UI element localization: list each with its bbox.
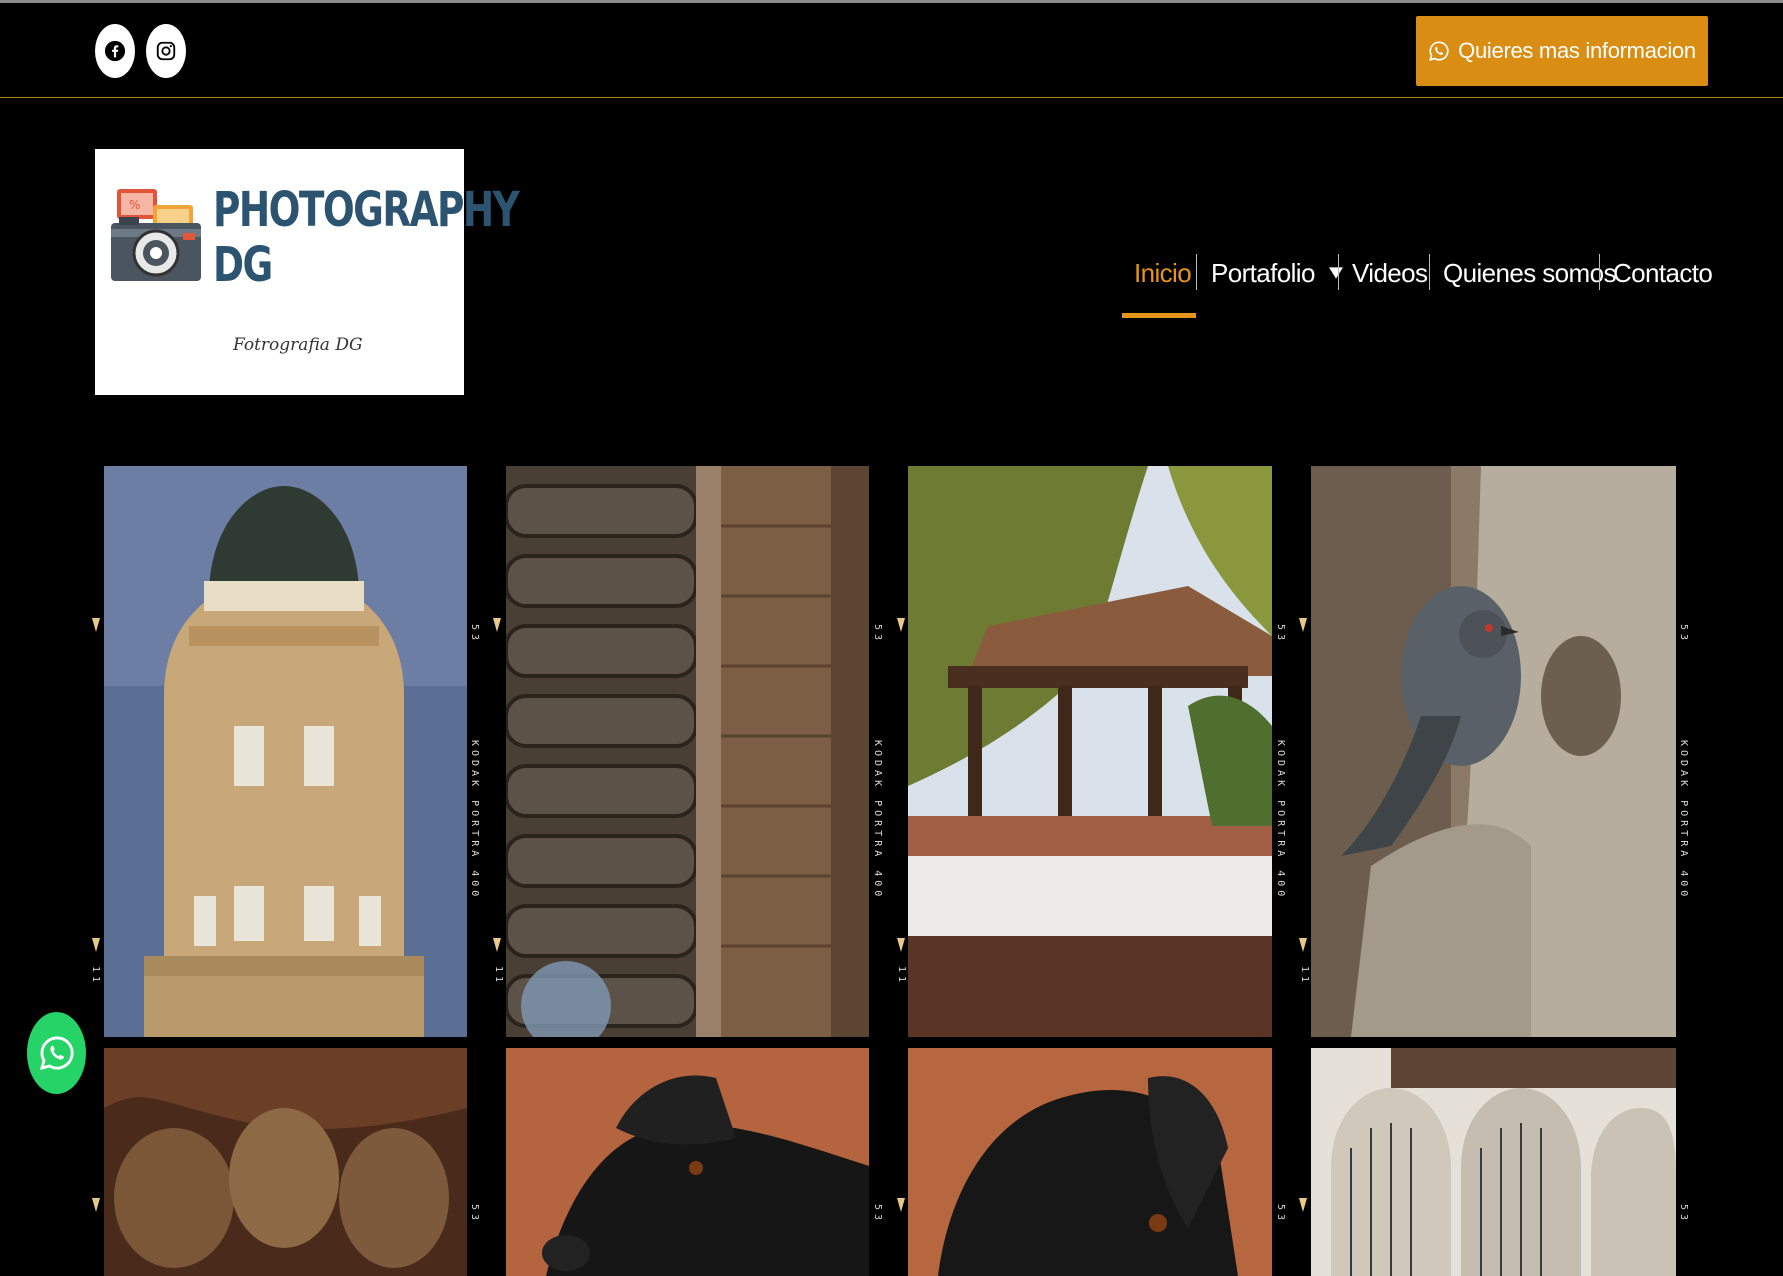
film-frame-number: 53: [469, 624, 480, 645]
film-marker: [493, 618, 501, 632]
film-frame-number: 53: [469, 1204, 480, 1225]
film-marker: [92, 618, 100, 632]
facebook-icon[interactable]: [95, 24, 135, 78]
film-frame-number: 53: [1678, 1204, 1689, 1225]
film-frame-number: 11: [1299, 966, 1310, 987]
gallery-photo-wooden-door[interactable]: [506, 466, 869, 1037]
nav-item-label: Portafolio: [1211, 257, 1315, 288]
site-logo[interactable]: % PHOTOGRAPHY DG Fotrografia DG: [95, 149, 520, 395]
film-marker: [92, 1198, 100, 1212]
active-nav-indicator: [1122, 313, 1196, 318]
gallery-photo-pergola[interactable]: [908, 466, 1272, 1037]
film-marker: [897, 618, 905, 632]
film-label: KODAK PORTRA 400: [1678, 740, 1689, 901]
nav-separator: [1599, 254, 1600, 290]
film-marker: [1299, 1198, 1307, 1212]
gallery-photo-arches[interactable]: [1311, 1048, 1676, 1276]
gallery-photo-black-dog[interactable]: [506, 1048, 869, 1276]
gallery-photo-building[interactable]: [104, 466, 467, 1037]
nav-separator: [1429, 254, 1430, 290]
nav-item-contacto[interactable]: Contacto: [1613, 254, 1713, 292]
film-marker: [1299, 938, 1307, 952]
film-frame-number: 11: [896, 966, 907, 987]
film-frame-number: 53: [1275, 1204, 1286, 1225]
logo-subtitle: Fotrografia DG: [233, 335, 363, 355]
gallery-photo-hands-potatoes[interactable]: [104, 1048, 467, 1276]
logo-title-line2: DG: [213, 237, 273, 293]
nav-item-portafolio[interactable]: Portafolio: [1211, 254, 1343, 292]
whatsapp-chat-button[interactable]: [27, 1012, 86, 1094]
gallery-photo-pigeon[interactable]: [1311, 466, 1676, 1037]
more-info-label: Quieres mas informacion: [1458, 38, 1696, 63]
film-frame-number: 53: [1275, 624, 1286, 645]
more-info-button[interactable]: Quieres mas informacion: [1416, 16, 1708, 86]
nav-item-label: Videos: [1352, 257, 1428, 288]
nav-item-label: Inicio: [1134, 257, 1192, 288]
film-frame-number: 53: [1678, 624, 1689, 645]
film-frame-number: 11: [90, 966, 101, 987]
film-marker: [1299, 618, 1307, 632]
top-bar: Quieres mas informacion: [0, 3, 1783, 98]
nav-item-videos[interactable]: Videos: [1352, 254, 1428, 292]
svg-text:%: %: [129, 198, 140, 212]
nav-item-label: Quienes somos: [1443, 257, 1616, 288]
nav-separator: [1196, 254, 1197, 290]
film-marker: [493, 938, 501, 952]
film-frame-number: 11: [493, 966, 504, 987]
film-label: KODAK PORTRA 400: [872, 740, 883, 901]
camera-logo-icon: %: [111, 189, 201, 281]
nav-item-quienes-somos[interactable]: Quienes somos: [1443, 254, 1616, 292]
film-frame-number: 53: [872, 624, 883, 645]
nav-separator: [1338, 254, 1339, 290]
logo-title: PHOTOGRAPHY DG: [213, 182, 520, 293]
nav-item-label: Contacto: [1613, 257, 1713, 288]
film-label: KODAK PORTRA 400: [1275, 740, 1286, 901]
film-marker: [897, 938, 905, 952]
instagram-icon[interactable]: [146, 24, 186, 78]
film-marker: [897, 1198, 905, 1212]
chevron-down-icon: [1328, 267, 1343, 279]
whatsapp-icon: [1429, 41, 1449, 61]
film-marker: [92, 938, 100, 952]
gallery-photo-dog-closeup[interactable]: [908, 1048, 1272, 1276]
whatsapp-icon: [39, 1036, 74, 1071]
nav-item-inicio[interactable]: Inicio: [1134, 254, 1192, 292]
logo-title-line1: PHOTOGRAPHY: [213, 182, 520, 238]
film-label: KODAK PORTRA 400: [469, 740, 480, 901]
film-frame-number: 53: [872, 1204, 883, 1225]
